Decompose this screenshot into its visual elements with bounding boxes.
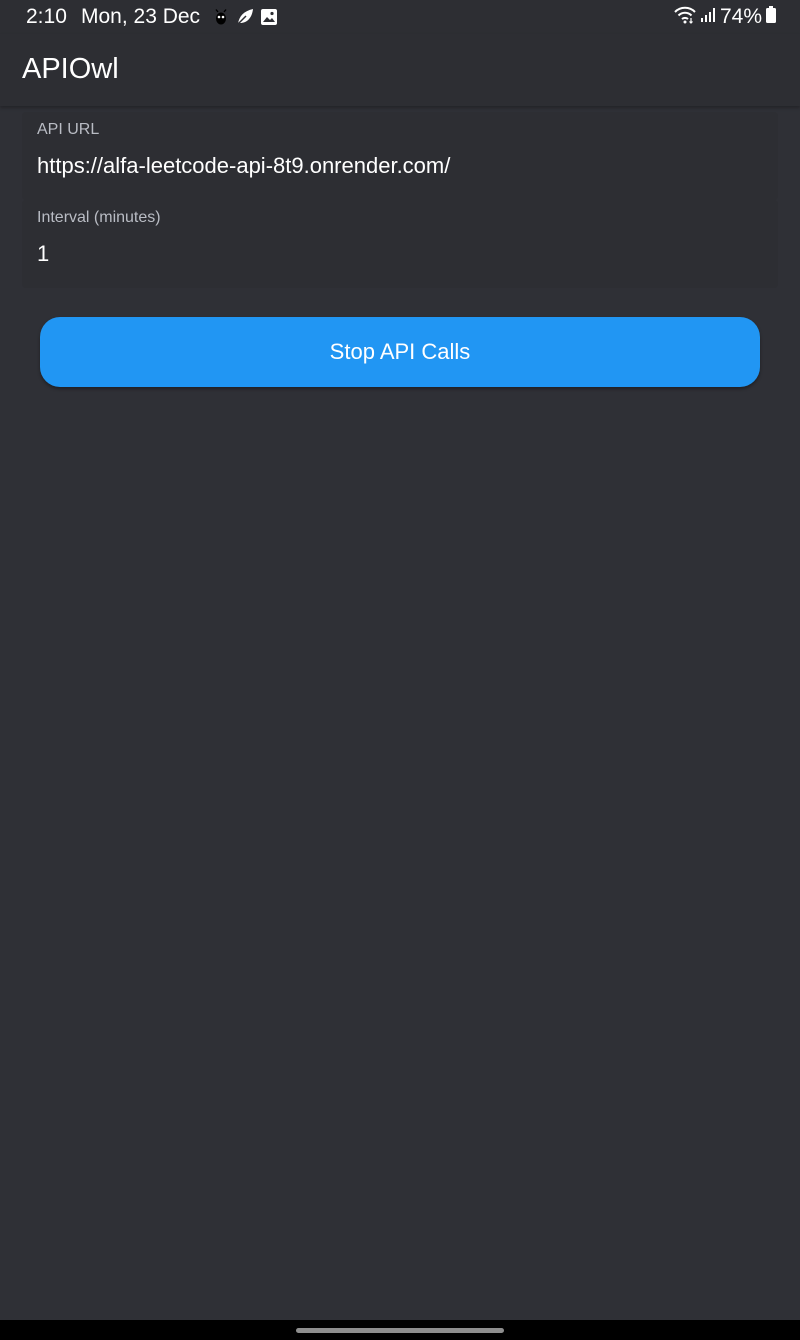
status-bar: 2:10 Mon, 23 Dec 74%	[0, 0, 800, 34]
api-url-field[interactable]: API URL	[22, 112, 778, 200]
status-time: 2:10	[26, 5, 67, 28]
status-date: Mon, 23 Dec	[81, 5, 201, 28]
notification-icons	[212, 7, 278, 27]
api-url-input[interactable]	[37, 153, 757, 179]
app-title: APIOwl	[22, 53, 119, 85]
interval-input[interactable]	[37, 241, 757, 267]
wifi-icon	[674, 6, 696, 29]
leaf-icon	[236, 8, 254, 26]
battery-icon	[766, 5, 776, 29]
interval-field[interactable]: Interval (minutes)	[22, 200, 778, 288]
interval-label: Interval (minutes)	[37, 209, 161, 226]
home-gesture-handle[interactable]	[296, 1328, 504, 1333]
app-screen: 2:10 Mon, 23 Dec 74% APIOwl API URL http…	[0, 0, 800, 1340]
api-url-label: API URL	[37, 121, 100, 138]
bug-icon	[212, 8, 230, 26]
battery-percentage: 74%	[719, 5, 762, 28]
stop-api-calls-button[interactable]: Stop API Calls	[40, 317, 760, 387]
image-icon	[260, 8, 278, 26]
signal-icon	[700, 7, 716, 28]
app-bar: APIOwl	[0, 34, 800, 106]
navigation-bar	[0, 1320, 800, 1340]
system-status: 74%	[674, 4, 776, 30]
